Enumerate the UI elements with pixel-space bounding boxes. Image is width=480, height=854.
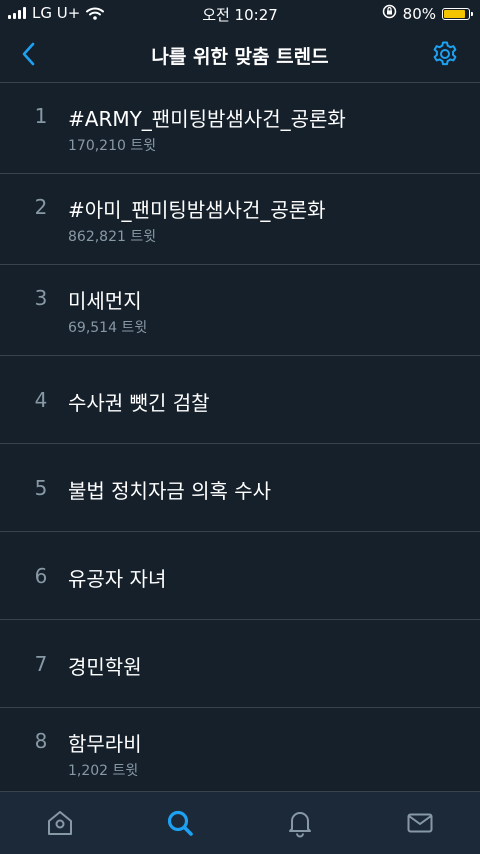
mail-icon bbox=[407, 813, 433, 833]
trend-tweet-count: 69,514 트윗 bbox=[68, 320, 148, 336]
trend-rank: 8 bbox=[34, 729, 48, 753]
trend-item[interactable]: 6 유공자 자녀 bbox=[0, 532, 480, 620]
trend-name: 유공자 자녀 bbox=[68, 567, 167, 591]
tab-notifications[interactable] bbox=[283, 806, 317, 840]
trend-name: 경민학원 bbox=[68, 655, 142, 679]
trend-list: 1 #ARMY_팬미팅밤샘사건_공론화 170,210 트윗 2 #아미_팬미팅… bbox=[0, 83, 480, 799]
trend-rank: 7 bbox=[34, 652, 48, 676]
trend-item[interactable]: 8 함무라비 1,202 트윗 bbox=[0, 708, 480, 799]
trend-name: #아미_팬미팅밤샘사건_공론화 bbox=[68, 198, 326, 222]
trend-item[interactable]: 3 미세먼지 69,514 트윗 bbox=[0, 265, 480, 356]
page-title: 나를 위한 맞춤 트렌드 bbox=[151, 46, 329, 68]
home-icon bbox=[48, 811, 72, 835]
battery-icon bbox=[442, 7, 473, 20]
trend-item[interactable]: 7 경민학원 bbox=[0, 620, 480, 708]
status-right: 80% bbox=[382, 4, 473, 23]
gear-icon bbox=[433, 41, 457, 66]
trend-item[interactable]: 5 불법 정치자금 의혹 수사 bbox=[0, 444, 480, 532]
trend-name: 미세먼지 bbox=[68, 289, 142, 313]
status-bar: LG U+ 오전 10:27 80% bbox=[0, 0, 480, 28]
trend-name: #ARMY_팬미팅밤샘사건_공론화 bbox=[68, 107, 346, 131]
screen: LG U+ 오전 10:27 80% 나를 위한 맞춤 트렌드 1 #ARMY_… bbox=[0, 0, 480, 854]
trend-item[interactable]: 1 #ARMY_팬미팅밤샘사건_공론화 170,210 트윗 bbox=[0, 83, 480, 174]
trend-item[interactable]: 2 #아미_팬미팅밤샘사건_공론화 862,821 트윗 bbox=[0, 174, 480, 265]
trend-rank: 1 bbox=[34, 104, 48, 128]
trend-tweet-count: 1,202 트윗 bbox=[68, 763, 139, 779]
settings-button[interactable] bbox=[430, 39, 460, 69]
trend-rank: 3 bbox=[34, 286, 48, 310]
trend-tweet-count: 862,821 트윗 bbox=[68, 229, 157, 245]
bell-icon bbox=[289, 812, 311, 838]
tab-messages[interactable] bbox=[403, 806, 437, 840]
search-icon bbox=[167, 810, 193, 836]
trend-name: 불법 정치자금 의혹 수사 bbox=[68, 479, 272, 503]
trend-item[interactable]: 4 수사권 뺏긴 검찰 bbox=[0, 356, 480, 444]
trend-rank: 6 bbox=[34, 564, 48, 588]
trend-rank: 4 bbox=[34, 388, 48, 412]
trend-name: 함무라비 bbox=[68, 732, 142, 756]
trend-rank: 5 bbox=[34, 476, 48, 500]
trend-name: 수사권 뺏긴 검찰 bbox=[68, 391, 210, 415]
tab-bar bbox=[0, 791, 480, 854]
tab-home[interactable] bbox=[43, 806, 77, 840]
rotation-lock-icon bbox=[382, 4, 397, 23]
header: 나를 위한 맞춤 트렌드 bbox=[0, 28, 480, 83]
tab-search[interactable] bbox=[163, 806, 197, 840]
trend-rank: 2 bbox=[34, 195, 48, 219]
trend-tweet-count: 170,210 트윗 bbox=[68, 138, 157, 154]
battery-percent: 80% bbox=[402, 4, 436, 23]
